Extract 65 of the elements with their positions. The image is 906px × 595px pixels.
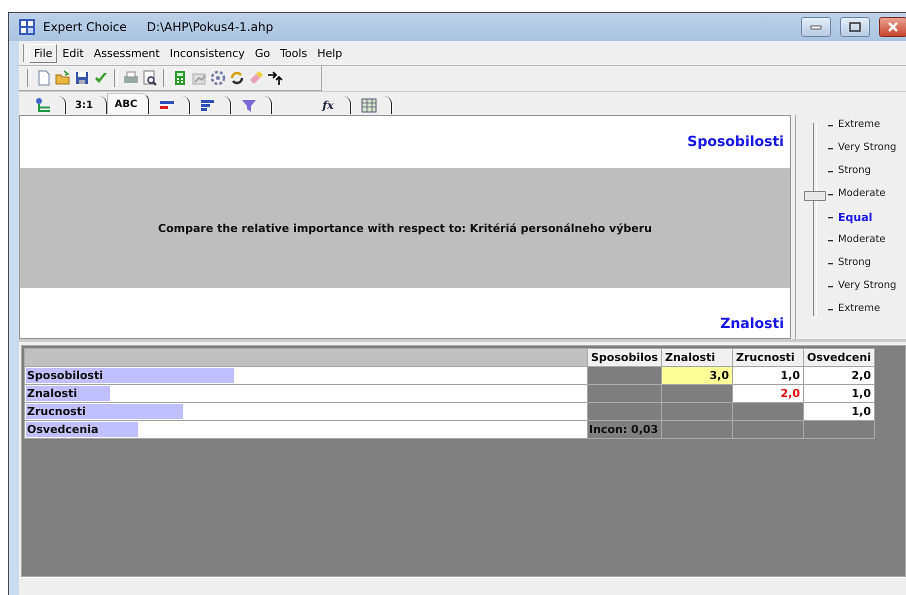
menu-item[interactable]: File [29, 44, 58, 62]
new-document-icon[interactable] [36, 70, 52, 86]
comparison-prompt: Compare the relative importance with respect to: Kritériá personálneho výberu [158, 222, 652, 234]
inconsistency-ratio: Incon: 0,03 [588, 420, 662, 438]
row-label: Sposobilosti [26, 369, 104, 382]
scale-label[interactable]: Moderate [838, 234, 886, 245]
scale-label[interactable]: Very Strong [838, 142, 896, 153]
judgment-cell[interactable]: 1,0 [803, 384, 874, 402]
save-icon[interactable] [74, 70, 90, 86]
tick-mark-icon [828, 286, 833, 288]
table-icon [361, 98, 377, 112]
menu-item[interactable]: Go [250, 44, 276, 62]
column-header: Zrucnosti [732, 348, 804, 366]
calculator-icon[interactable] [172, 70, 188, 86]
tick-mark-icon [828, 217, 833, 219]
judgment-cell[interactable]: 1,0 [732, 366, 804, 384]
scale-label[interactable]: Strong [838, 257, 871, 268]
minimize-icon [810, 23, 822, 31]
scale-label[interactable]: Extreme [838, 303, 880, 314]
judgment-cell[interactable]: 3,0 [661, 366, 732, 384]
tick-mark-icon [828, 309, 833, 311]
bars-icon [200, 98, 216, 112]
open-folder-icon[interactable] [55, 70, 71, 86]
tick-mark-icon [828, 194, 833, 196]
menu-item[interactable]: Tools [275, 44, 312, 62]
scale-label[interactable]: Equal [838, 211, 872, 224]
scale-label[interactable]: Very Strong [838, 280, 896, 291]
scale-label[interactable]: Strong [838, 165, 871, 176]
menu-item[interactable]: Help [312, 44, 348, 62]
view-tab[interactable]: ABC [107, 93, 149, 114]
window-title: Expert Choice [43, 20, 127, 34]
maximize-icon [849, 22, 861, 32]
minimize-button[interactable] [801, 17, 831, 37]
judgment-cell[interactable]: 2,0 [732, 384, 804, 402]
scale-label[interactable]: Extreme [838, 119, 880, 130]
menu-item[interactable]: Edit [57, 44, 89, 62]
print-preview-icon[interactable] [142, 70, 158, 86]
left-criterion: Sposobilosti [687, 134, 784, 150]
column-header: Sposobilos [588, 348, 662, 366]
right-criterion: Znalosti [720, 316, 784, 332]
refresh-icon[interactable] [229, 70, 245, 86]
tick-mark-icon [828, 125, 833, 127]
tick-mark-icon [828, 263, 833, 265]
tick-mark-icon [828, 171, 833, 173]
maximize-button[interactable] [840, 17, 870, 37]
menu-item[interactable]: Inconsistency [164, 44, 250, 62]
close-icon [887, 22, 899, 32]
column-header: Znalosti [661, 348, 732, 366]
judgment-cell[interactable]: 2,0 [803, 366, 874, 384]
row-label: Znalosti [26, 387, 78, 400]
row-label: Osvedcenia [26, 423, 100, 436]
column-header: Osvedceni [803, 348, 874, 366]
file-path: D:\AHP\Pokus4-1.ahp [146, 20, 274, 34]
app-logo-icon [19, 19, 35, 35]
slider-thumb[interactable] [804, 190, 826, 201]
funnel-icon [241, 98, 257, 112]
close-button[interactable] [879, 17, 906, 37]
row-label: Zrucnosti [26, 405, 87, 418]
tick-mark-icon [828, 148, 833, 150]
tree-icon [35, 98, 51, 112]
menu-item[interactable]: Assessment [88, 44, 165, 62]
arrows-icon[interactable] [267, 70, 283, 86]
judgment-cell[interactable]: 1,0 [803, 402, 874, 420]
tick-mark-icon [828, 240, 833, 242]
scale-label[interactable]: Moderate [838, 188, 886, 199]
